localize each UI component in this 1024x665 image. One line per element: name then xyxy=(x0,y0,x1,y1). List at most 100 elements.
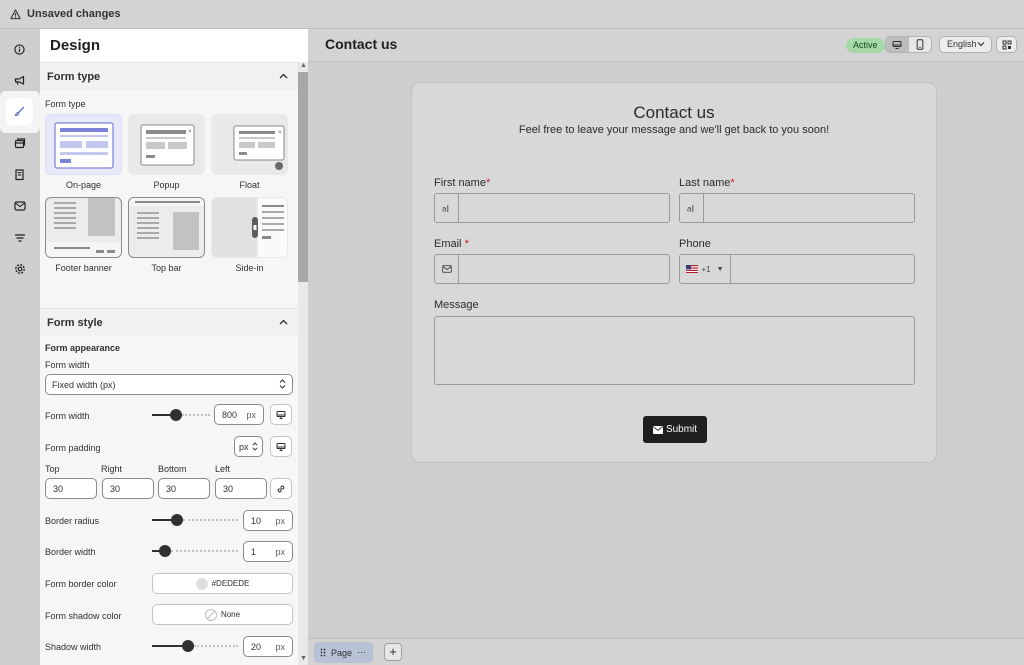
padding-bottom-label: Bottom xyxy=(158,464,187,474)
first-name-label: First name* xyxy=(434,177,491,189)
filter-icon[interactable] xyxy=(6,224,33,251)
more-icon[interactable]: ⋯ xyxy=(357,647,366,658)
on-page-preview xyxy=(54,122,114,169)
color-swatch xyxy=(195,577,208,590)
shadow-width-unit: px xyxy=(275,642,285,652)
message-label: Message xyxy=(434,299,479,311)
canvas-header: Contact us Active English xyxy=(308,29,1024,62)
form-type-on-page[interactable] xyxy=(45,114,122,175)
desktop-icon xyxy=(892,40,902,49)
shadow-color-label: Form shadow color xyxy=(45,611,122,621)
add-page-button[interactable]: + xyxy=(384,643,402,661)
page-tab[interactable]: Page ⋯ xyxy=(314,642,373,663)
form-type-label: Form type xyxy=(45,99,86,109)
svg-text:×: × xyxy=(188,129,192,135)
padding-left-input[interactable]: 30 xyxy=(215,478,267,499)
padding-top-label: Top xyxy=(45,464,60,474)
slider-knob[interactable] xyxy=(182,640,194,652)
mail-icon[interactable] xyxy=(6,192,33,219)
padding-top-input[interactable]: 30 xyxy=(45,478,97,499)
border-color-picker[interactable]: #DEDEDE xyxy=(152,573,293,594)
submit-label: Submit xyxy=(665,424,698,435)
drag-handle-icon[interactable] xyxy=(320,648,326,657)
form-type-popup[interactable]: × xyxy=(128,114,205,175)
layout-toggle-button[interactable] xyxy=(996,36,1017,53)
message-field[interactable] xyxy=(434,316,915,385)
desktop-device-button[interactable] xyxy=(270,404,292,425)
slider-knob[interactable] xyxy=(170,409,182,421)
country-code-value: +1 xyxy=(701,264,711,274)
scroll-down-icon[interactable]: ▼ xyxy=(300,655,307,662)
slider-track-empty xyxy=(183,519,238,521)
form-style-section-title: Form style xyxy=(47,316,103,329)
padding-bottom-input[interactable]: 30 xyxy=(158,478,210,499)
desktop-device-button[interactable] xyxy=(270,436,292,457)
last-name-field[interactable]: a xyxy=(679,193,915,223)
shadow-width-value: 20 xyxy=(251,641,262,652)
form-width-slider[interactable] xyxy=(152,409,210,421)
form-width-mode-select[interactable]: Fixed width (px) xyxy=(45,374,293,395)
border-radius-label: Border radius xyxy=(45,516,100,526)
receipt-icon[interactable] xyxy=(6,161,33,188)
left-rail xyxy=(0,29,40,665)
type-name-footer-banner: Footer banner xyxy=(55,263,112,273)
shadow-width-slider[interactable] xyxy=(152,640,238,652)
slider-track-empty xyxy=(182,414,210,416)
select-arrows-icon xyxy=(252,441,258,454)
scrollbar-thumb[interactable] xyxy=(298,72,308,282)
no-color-icon xyxy=(204,608,217,621)
form-width-slider-label: Form width xyxy=(45,411,90,421)
form-title: Contact us xyxy=(633,103,715,122)
form-type-footer-banner[interactable] xyxy=(45,197,122,258)
slider-track-empty xyxy=(171,550,238,552)
language-select[interactable]: English xyxy=(939,36,992,53)
padding-left-label: Left xyxy=(215,464,231,474)
form-type-section-header[interactable]: Form type xyxy=(40,62,298,90)
slider-knob[interactable] xyxy=(159,545,171,557)
info-icon[interactable] xyxy=(6,36,33,63)
mobile-view-button[interactable] xyxy=(909,37,932,52)
layout-icon[interactable] xyxy=(6,130,33,157)
form-type-side-in[interactable] xyxy=(211,197,288,258)
form-type-float[interactable]: × xyxy=(211,114,288,175)
first-name-field[interactable]: a xyxy=(434,193,670,223)
border-color-value: #DEDEDE xyxy=(211,579,250,588)
form-width-value: 800 xyxy=(222,409,238,420)
border-radius-slider[interactable] xyxy=(152,514,238,526)
brush-icon[interactable] xyxy=(6,98,33,125)
country-code-select[interactable]: +1 ▼ xyxy=(680,255,731,283)
type-name-on-page: On-page xyxy=(65,180,102,190)
slider-knob[interactable] xyxy=(171,514,183,526)
form-style-section-header[interactable]: Form style xyxy=(40,308,298,336)
panel-scrollbar[interactable]: ▲ ▼ xyxy=(298,62,308,665)
form-type-top-bar[interactable] xyxy=(128,197,205,258)
shadow-width-input[interactable]: 20 px xyxy=(243,636,293,657)
link-icon xyxy=(277,485,285,492)
phone-field[interactable]: +1 ▼ xyxy=(679,254,915,284)
border-width-label: Border width xyxy=(45,547,96,557)
text-input-icon: a xyxy=(435,194,459,222)
link-padding-button[interactable] xyxy=(270,478,292,499)
border-color-label: Form border color xyxy=(45,579,117,589)
desktop-view-button[interactable] xyxy=(886,37,909,52)
padding-unit-select[interactable]: px xyxy=(234,436,263,457)
desktop-icon xyxy=(276,410,286,419)
padding-right-input[interactable]: 30 xyxy=(102,478,154,499)
device-toggle xyxy=(885,36,932,53)
megaphone-icon[interactable] xyxy=(6,67,33,94)
submit-button[interactable]: Submit xyxy=(643,416,707,443)
scroll-up-icon[interactable]: ▲ xyxy=(300,62,307,69)
shadow-color-value: None xyxy=(220,610,241,619)
border-radius-input[interactable]: 10 px xyxy=(243,510,293,531)
border-width-unit: px xyxy=(275,547,285,557)
chevron-up-icon xyxy=(279,71,288,82)
gear-icon[interactable] xyxy=(6,255,33,282)
form-type-section-title: Form type xyxy=(47,70,101,83)
form-width-input[interactable]: 800 px xyxy=(214,404,264,425)
email-field[interactable] xyxy=(434,254,670,284)
shadow-color-picker[interactable]: None xyxy=(152,604,293,625)
border-width-input[interactable]: 1 px xyxy=(243,541,293,562)
border-width-slider[interactable] xyxy=(152,545,238,557)
type-name-top-bar: Top bar xyxy=(151,263,182,273)
slider-track-empty xyxy=(194,645,238,647)
